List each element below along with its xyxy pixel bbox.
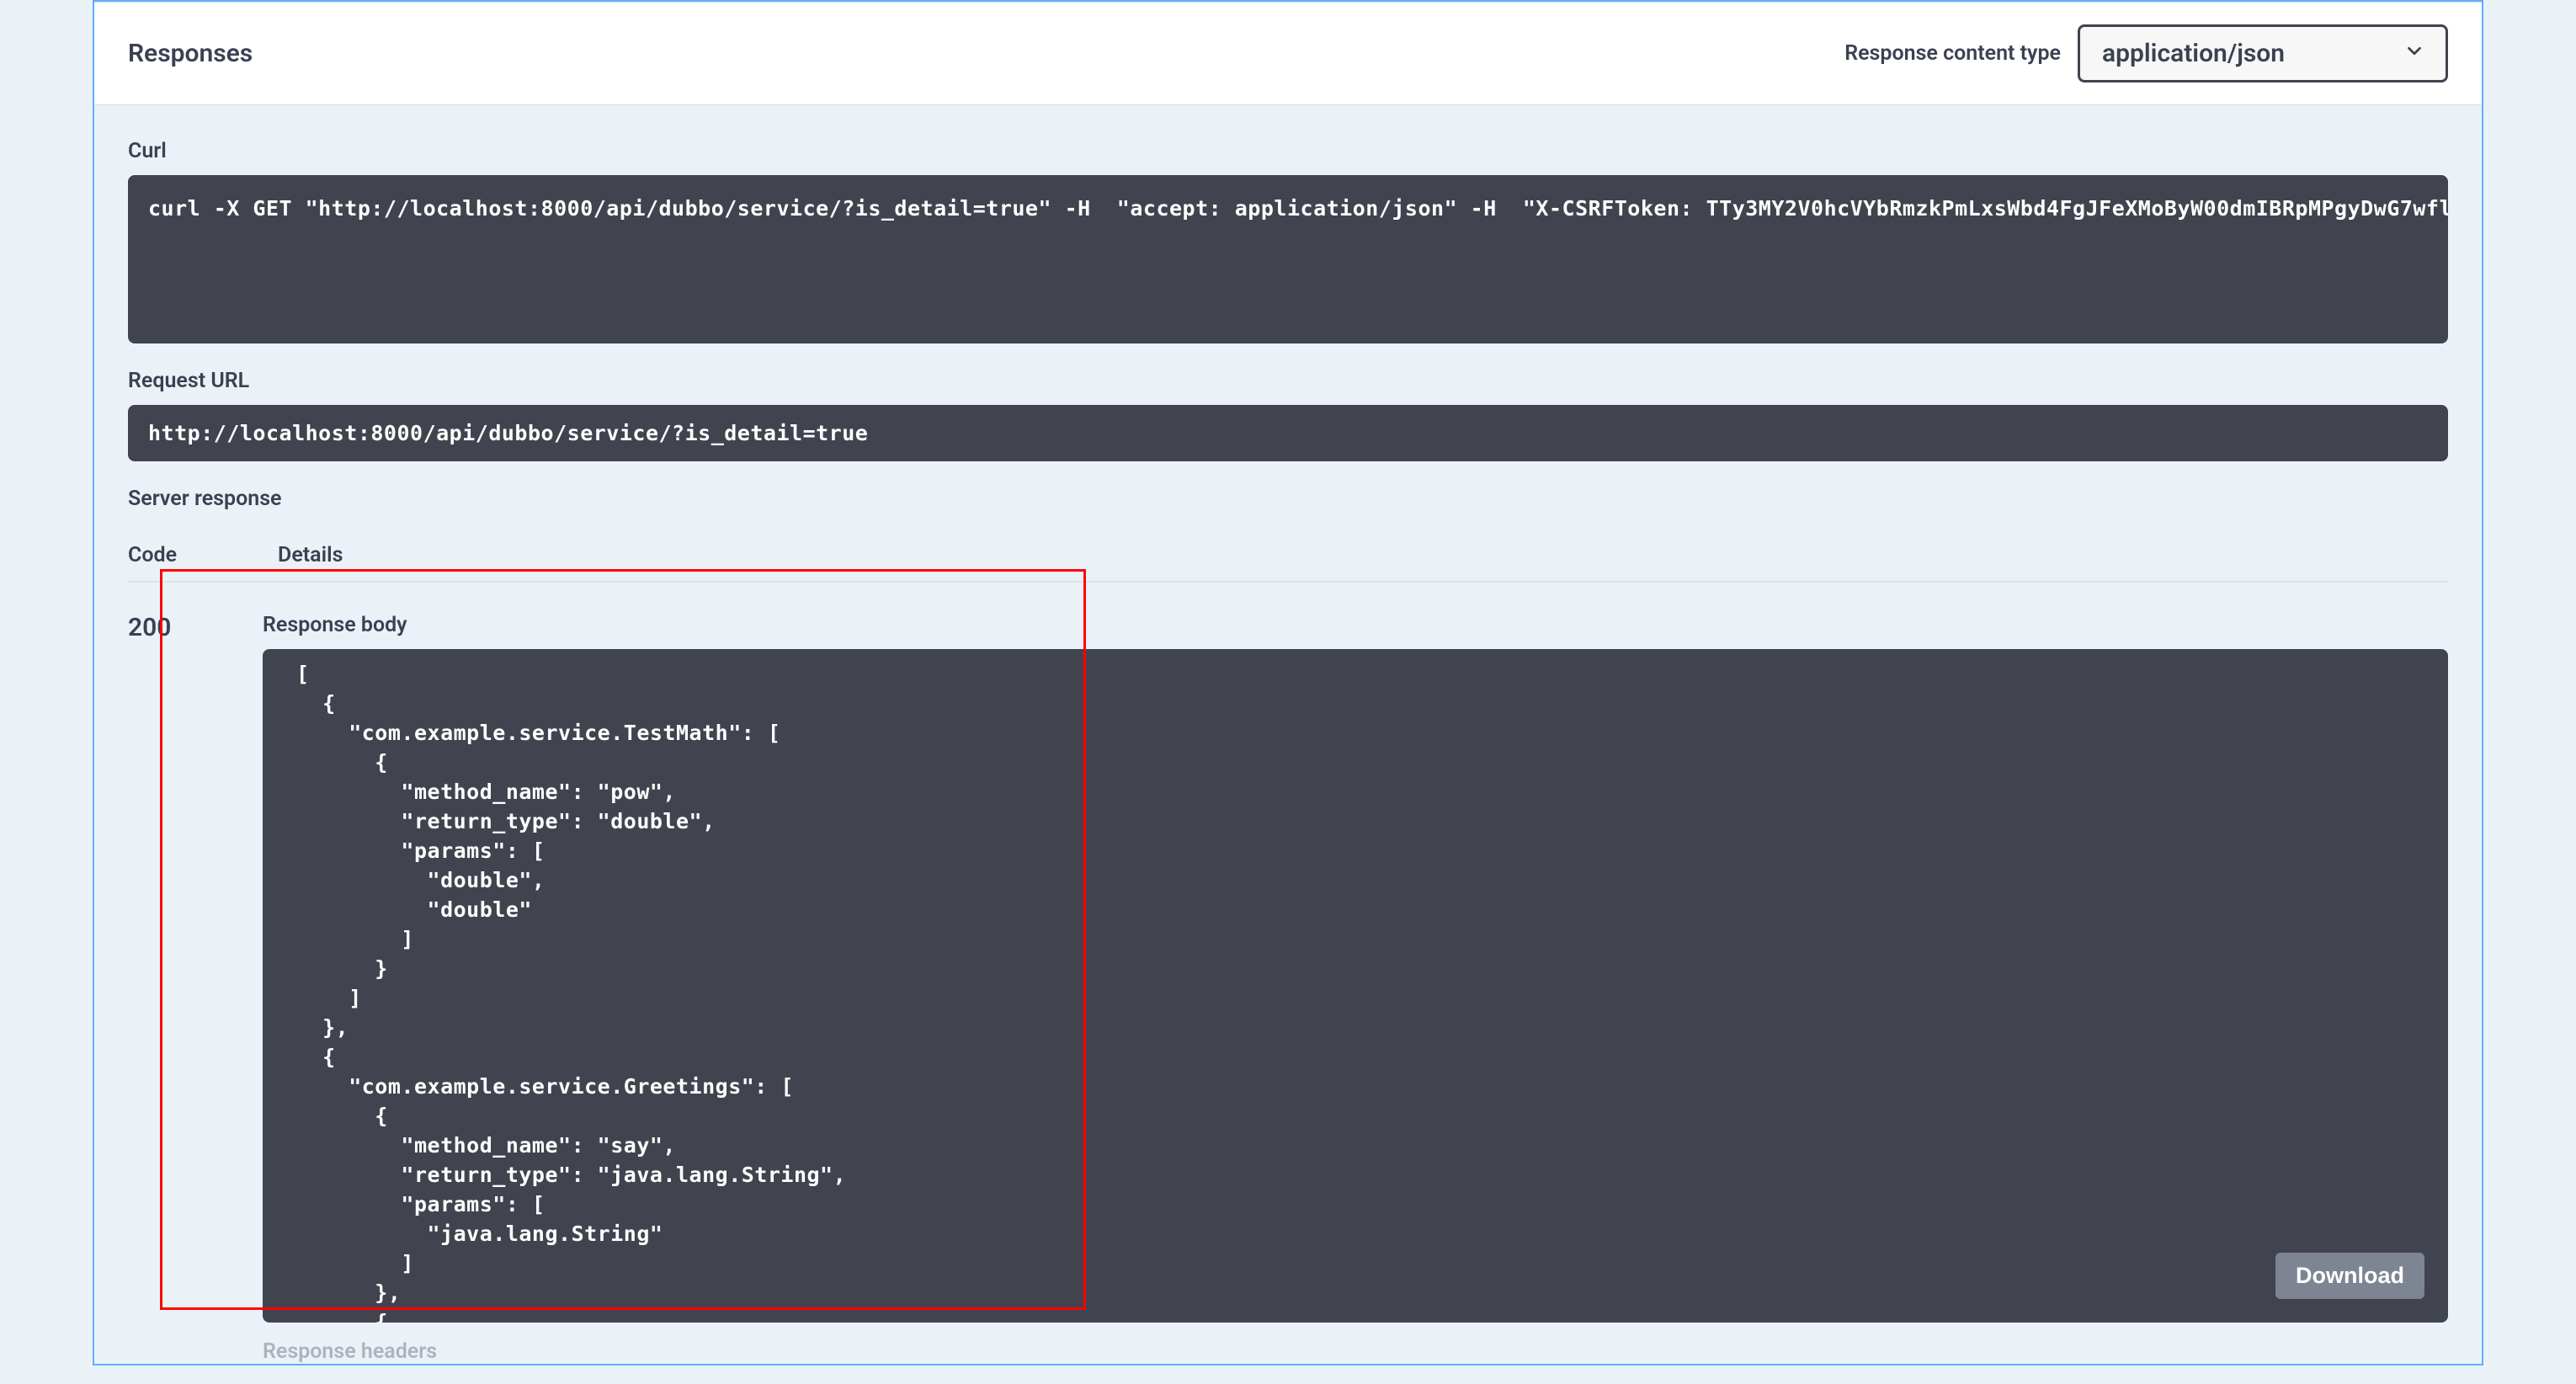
chevron-down-icon <box>2403 39 2425 68</box>
content-type-select[interactable]: application/json <box>2078 24 2448 83</box>
response-body[interactable]: [ { "com.example.service.TestMath": [ { … <box>263 649 2448 1323</box>
col-code: Code <box>128 543 177 567</box>
curl-label: Curl <box>128 139 2448 163</box>
responses-title: Responses <box>128 39 253 68</box>
response-headers-label: Response headers <box>263 1339 2448 1364</box>
curl-command[interactable]: curl -X GET "http://localhost:8000/api/d… <box>128 175 2448 343</box>
col-details: Details <box>278 543 343 567</box>
response-body-label: Response body <box>263 613 2448 637</box>
responses-header: Responses Response content type applicat… <box>94 2 2482 105</box>
content-type-label: Response content type <box>1844 41 2061 66</box>
download-button[interactable]: Download <box>2275 1253 2424 1299</box>
request-url-value[interactable]: http://localhost:8000/api/dubbo/service/… <box>128 405 2448 461</box>
request-url-label: Request URL <box>128 369 2448 393</box>
content-type-value: application/json <box>2102 39 2285 68</box>
response-table-header: Code Details <box>128 523 2448 583</box>
server-response-label: Server response <box>128 487 2448 511</box>
response-row: 200 Response body [ { "com.example.servi… <box>128 583 2448 1364</box>
response-code: 200 <box>128 613 204 1364</box>
